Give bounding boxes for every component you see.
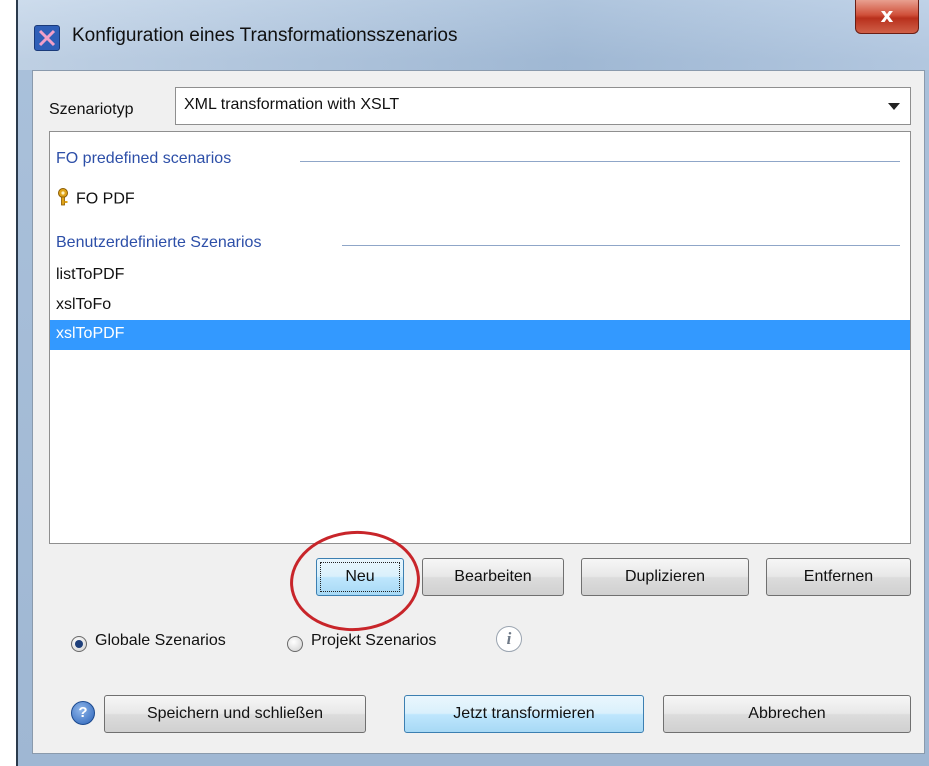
radio-project-label[interactable]: Projekt Szenarios: [311, 632, 436, 650]
group-header-predefined: FO predefined scenarios: [56, 150, 232, 167]
title-bar[interactable]: Konfiguration eines Transformationsszena…: [18, 0, 929, 70]
transform-now-label: Jetzt transformieren: [453, 705, 595, 722]
scenario-type-select[interactable]: XML transformation with XSLT: [175, 87, 911, 125]
list-item-label: xslToPDF: [56, 325, 125, 342]
save-close-button[interactable]: Speichern und schließen: [104, 695, 366, 733]
radio-project-scenarios[interactable]: [287, 636, 303, 652]
app-icon: [34, 25, 60, 51]
scenario-type-label: Szenariotyp: [49, 101, 134, 118]
list-item-label: xslToFo: [56, 296, 112, 313]
dialog-window: Konfiguration eines Transformationsszena…: [16, 0, 929, 766]
group-header-user-defined: Benutzerdefinierte Szenarios: [56, 234, 262, 251]
close-icon: x: [880, 3, 894, 27]
radio-global-label[interactable]: Globale Szenarios: [95, 632, 226, 650]
list-item-label: FO PDF: [76, 190, 135, 208]
cancel-button[interactable]: Abbrechen: [663, 695, 911, 733]
key-icon: [56, 188, 70, 211]
dialog-content: Szenariotyp XML transformation with XSLT…: [32, 70, 925, 754]
transform-now-button[interactable]: Jetzt transformieren: [404, 695, 644, 733]
duplicate-button-label: Duplizieren: [624, 568, 706, 585]
help-icon[interactable]: ?: [71, 701, 95, 725]
scenario-list[interactable]: FO predefined scenarios FO PDF Benutzerd…: [49, 131, 911, 544]
chevron-down-icon[interactable]: [888, 103, 900, 110]
scenario-type-value: XML transformation with XSLT: [184, 96, 400, 113]
info-icon[interactable]: i: [496, 626, 522, 652]
list-item-selected[interactable]: xslToPDF: [50, 320, 910, 350]
edit-button[interactable]: Bearbeiten: [422, 558, 564, 596]
group-divider: [300, 161, 900, 162]
list-item[interactable]: xslToFo: [56, 296, 111, 314]
edit-button-label: Bearbeiten: [454, 568, 532, 585]
cancel-label: Abbrechen: [748, 705, 826, 722]
remove-button-label: Entfernen: [803, 568, 874, 585]
list-item-label: listToPDF: [56, 266, 125, 283]
radio-global-scenarios[interactable]: [71, 636, 87, 652]
window-title: Konfiguration eines Transformationsszena…: [72, 25, 458, 46]
list-item[interactable]: listToPDF: [56, 266, 124, 284]
duplicate-button[interactable]: Duplizieren: [581, 558, 749, 596]
close-button[interactable]: x: [855, 0, 919, 34]
save-close-label: Speichern und schließen: [146, 705, 324, 722]
group-divider: [342, 245, 900, 246]
remove-button[interactable]: Entfernen: [766, 558, 911, 596]
list-item[interactable]: FO PDF: [56, 188, 135, 211]
